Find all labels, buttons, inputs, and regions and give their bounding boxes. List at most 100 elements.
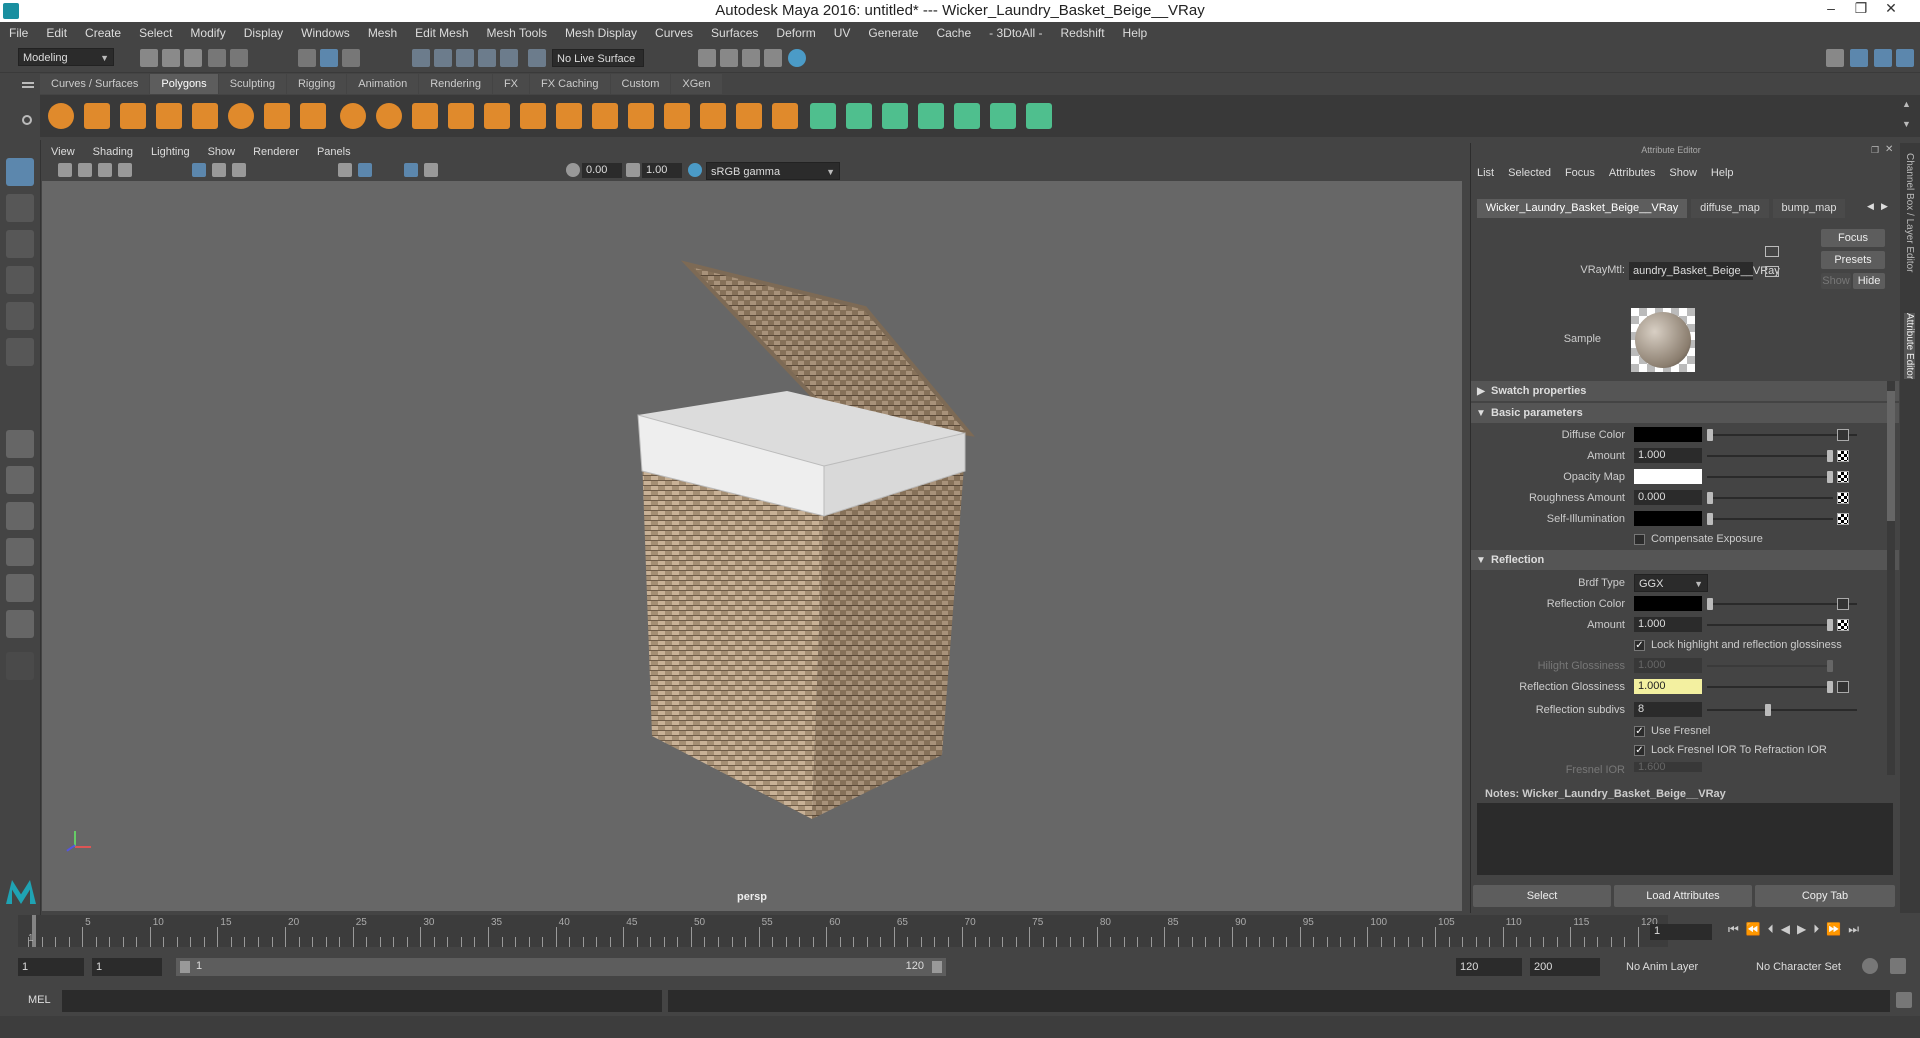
play-back-icon[interactable]: ◀ — [1781, 922, 1790, 937]
minimize-icon[interactable]: – — [1816, 0, 1846, 22]
lock-fresnel-checkbox[interactable]: ✓ — [1634, 745, 1645, 756]
grid-toggle-icon[interactable] — [192, 163, 206, 177]
character-set-dropdown[interactable]: No Character Set — [1752, 958, 1868, 976]
vp-menu-show[interactable]: Show — [199, 146, 245, 158]
shelf-tab-polygons[interactable]: Polygons — [150, 74, 218, 94]
wicker-basket-model[interactable] — [42, 181, 1462, 911]
insert-edge-loop-icon[interactable] — [664, 103, 690, 129]
reflection-color-swatch[interactable] — [1634, 596, 1702, 611]
section-basic-parameters[interactable]: ▼ Basic parameters — [1471, 403, 1899, 423]
menu-help[interactable]: Help — [1114, 26, 1157, 40]
self-illumination-slider[interactable] — [1707, 518, 1833, 520]
compensate-exposure-checkbox[interactable] — [1634, 534, 1645, 545]
persp-graph-layout-icon[interactable] — [6, 502, 34, 530]
poly-cube-icon[interactable] — [84, 103, 110, 129]
select-object-icon[interactable] — [320, 49, 338, 67]
perspective-viewport[interactable]: persp — [42, 181, 1462, 911]
shelf-settings-icon[interactable] — [22, 115, 32, 125]
self-illumination-map-button[interactable] — [1837, 513, 1849, 525]
poly-sphere-icon[interactable] — [48, 103, 74, 129]
diffuse-amount-slider[interactable] — [1707, 455, 1833, 457]
select-hierarchy-icon[interactable] — [298, 49, 316, 67]
diffuse-amount-knob[interactable] — [1827, 450, 1833, 462]
ae-close-icon[interactable]: ✕ — [1885, 144, 1893, 155]
color-management-icon[interactable] — [688, 163, 702, 177]
roughness-map-button[interactable] — [1837, 492, 1849, 504]
target-weld-icon[interactable] — [628, 103, 654, 129]
vp-menu-shading[interactable]: Shading — [84, 146, 142, 158]
ae-scrollbar-thumb[interactable] — [1887, 391, 1895, 521]
view-transform-dropdown[interactable]: sRGB gamma ▼ — [706, 162, 840, 180]
shelf-tab-rigging[interactable]: Rigging — [286, 74, 347, 94]
range-slider-end-handle[interactable] — [932, 961, 942, 973]
smooth-icon[interactable] — [412, 103, 438, 129]
ae-scrollbar[interactable] — [1887, 381, 1895, 775]
animation-start-field[interactable]: 1 — [18, 958, 84, 976]
notes-field[interactable] — [1477, 803, 1893, 875]
reflection-color-slider[interactable] — [1707, 603, 1857, 605]
paint-select-tool-icon[interactable] — [6, 230, 34, 258]
bevel-icon[interactable] — [556, 103, 582, 129]
material-sample-swatch[interactable] — [1631, 308, 1695, 372]
snap-point-icon[interactable] — [456, 49, 474, 67]
snap-surface-icon[interactable] — [500, 49, 518, 67]
custom-layout-icon[interactable] — [6, 652, 34, 680]
menu-redshift[interactable]: Redshift — [1052, 26, 1114, 40]
shelf-tab-curves-surfaces[interactable]: Curves / Surfaces — [40, 74, 150, 94]
lock-highlight-checkbox[interactable]: ✓ — [1634, 640, 1645, 651]
animation-end-field[interactable]: 200 — [1530, 958, 1600, 976]
play-forward-icon[interactable]: ▶ — [1797, 922, 1806, 937]
make-live-icon[interactable] — [528, 49, 546, 67]
live-surface-field[interactable]: No Live Surface — [552, 49, 644, 67]
show-button[interactable]: Show — [1821, 273, 1851, 289]
copy-tab-button[interactable]: Copy Tab — [1755, 885, 1895, 907]
presets-button[interactable]: Presets — [1821, 251, 1885, 269]
move-tool-icon[interactable] — [6, 266, 34, 294]
reflection-color-knob[interactable] — [1707, 598, 1713, 610]
reflection-subdivs-slider[interactable] — [1707, 709, 1857, 711]
menu-curves[interactable]: Curves — [646, 26, 702, 40]
menu-edit-mesh[interactable]: Edit Mesh — [406, 26, 477, 40]
menu-set-dropdown[interactable]: Modeling ▼ — [18, 48, 114, 66]
reflection-glossiness-field[interactable]: 1.000 — [1634, 679, 1702, 694]
graph-layout-icon[interactable] — [6, 574, 34, 602]
toggle-panels-icon[interactable] — [1850, 49, 1868, 67]
combine-icon[interactable] — [340, 103, 366, 129]
camera-attr-icon[interactable] — [78, 163, 92, 177]
anim-prefs-icon[interactable] — [1890, 958, 1906, 974]
menu-cache[interactable]: Cache — [927, 26, 980, 40]
uv-cylindrical-icon[interactable] — [846, 103, 872, 129]
opacity-slider[interactable] — [1707, 476, 1833, 478]
shelf-tab-rendering[interactable]: Rendering — [419, 74, 492, 94]
camera-select-icon[interactable] — [58, 163, 72, 177]
ae-tab-bump-map[interactable]: bump_map — [1773, 199, 1845, 218]
opacity-map-swatch[interactable] — [1634, 469, 1702, 484]
extrude-icon[interactable] — [484, 103, 510, 129]
diffuse-color-knob[interactable] — [1707, 429, 1713, 441]
range-slider-start-handle[interactable] — [180, 961, 190, 973]
reflection-amount-slider[interactable] — [1707, 624, 1833, 626]
roughness-field[interactable]: 0.000 — [1634, 490, 1702, 505]
layers-icon[interactable] — [1896, 49, 1914, 67]
hide-button[interactable]: Hide — [1853, 273, 1885, 289]
output-connection-icon[interactable] — [1765, 266, 1779, 277]
reflection-subdivs-field[interactable]: 8 — [1634, 702, 1702, 717]
vp-menu-renderer[interactable]: Renderer — [244, 146, 308, 158]
self-illumination-swatch[interactable] — [1634, 511, 1702, 526]
step-back-key-icon[interactable]: ⏪ — [1746, 922, 1761, 937]
menu-create[interactable]: Create — [76, 26, 130, 40]
section-swatch-properties[interactable]: ▶ Swatch properties — [1471, 381, 1899, 401]
single-view-layout-icon[interactable] — [6, 430, 34, 458]
menu-edit[interactable]: Edit — [37, 26, 76, 40]
vp-menu-panels[interactable]: Panels — [308, 146, 360, 158]
shelf-scroll-up-icon[interactable]: ▲ — [1902, 99, 1911, 109]
poly-torus-icon[interactable] — [228, 103, 254, 129]
bookmark-icon[interactable] — [98, 163, 112, 177]
reflection-glossiness-map-button[interactable] — [1837, 681, 1849, 693]
quad-draw-icon[interactable] — [736, 103, 762, 129]
poly-cone-icon[interactable] — [156, 103, 182, 129]
uv-auto-icon[interactable] — [918, 103, 944, 129]
reflection-subdivs-knob[interactable] — [1765, 704, 1771, 716]
shelf-tab-fx-caching[interactable]: FX Caching — [530, 74, 610, 94]
uv-planar-icon[interactable] — [810, 103, 836, 129]
